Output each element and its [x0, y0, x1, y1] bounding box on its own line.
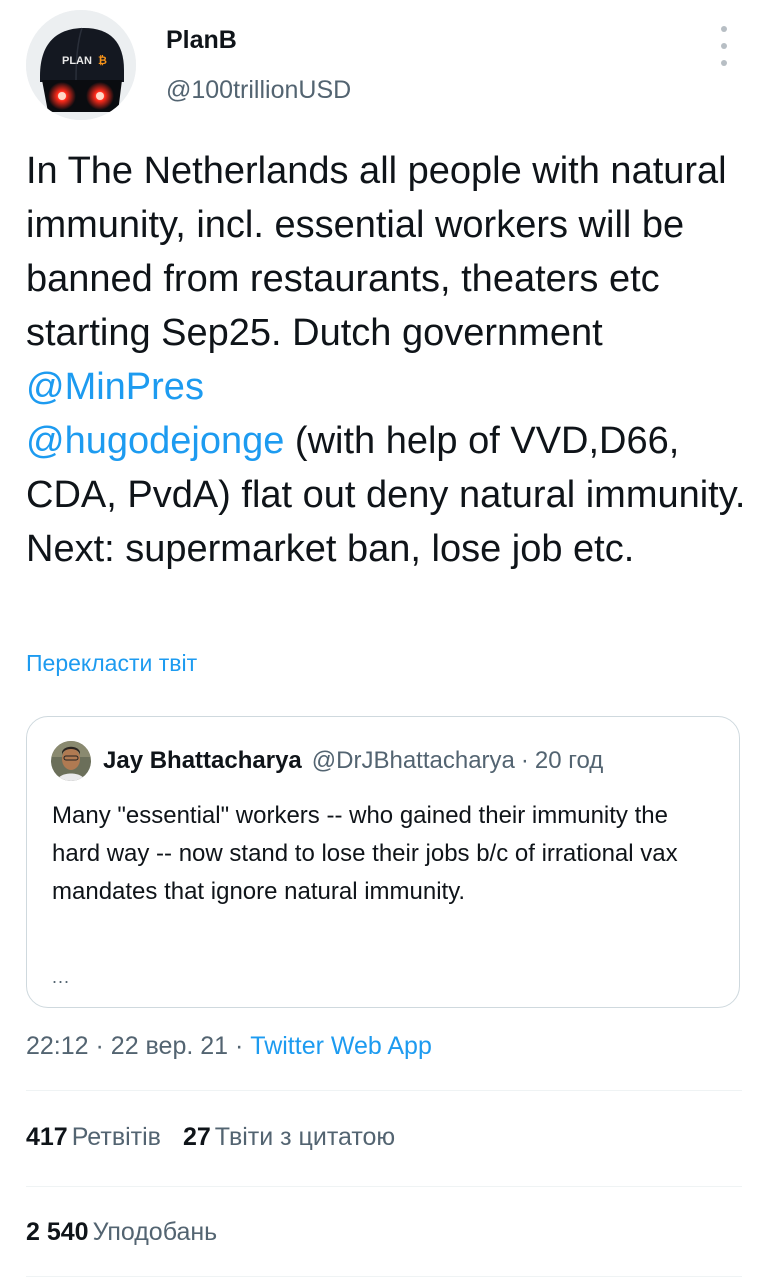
mention-hugodejonge[interactable]: @hugodejonge	[26, 420, 284, 462]
tweet-meta: 22:12 · 22 вер. 21 · Twitter Web App	[26, 1032, 432, 1061]
quoted-author-handle: @DrJBhattacharya	[311, 747, 515, 774]
tweet-time[interactable]: 22:12	[26, 1032, 89, 1060]
quoted-tweet-card[interactable]: Jay Bhattacharya @DrJBhattacharya · 20 г…	[26, 716, 740, 1008]
engagement-row-likes: 2 540 Уподобань	[26, 1218, 239, 1247]
divider	[26, 1186, 742, 1187]
tweet-date[interactable]: 22 вер. 21	[111, 1032, 228, 1060]
more-dot	[721, 60, 727, 66]
avatar-image: PLAN ₿	[26, 10, 136, 120]
meta-separator: ·	[95, 1032, 104, 1060]
retweets-stat[interactable]: 417 Ретвітів	[26, 1123, 161, 1152]
quotes-stat[interactable]: 27 Твіти з цитатою	[183, 1123, 395, 1152]
quoted-tweet-text: Many "essential" workers -- who gained t…	[52, 802, 678, 905]
quoted-tweet-ellipsis: ...	[52, 967, 71, 987]
more-options-icon[interactable]	[714, 26, 734, 66]
quoted-author-name: Jay Bhattacharya	[103, 747, 302, 774]
tweet-header: PLAN ₿ PlanB @100trillionUSD	[26, 10, 742, 120]
divider	[26, 1276, 742, 1277]
quoted-timestamp: 20 год	[534, 747, 604, 774]
avatar-cap-text: PLAN	[62, 55, 92, 67]
retweets-count: 417	[26, 1123, 68, 1151]
likes-stat[interactable]: 2 540 Уподобань	[26, 1218, 217, 1247]
quoted-author-avatar	[51, 741, 91, 781]
retweets-label: Ретвітів	[71, 1123, 161, 1151]
quoted-avatar-image	[51, 741, 91, 781]
quoted-tweet-header: Jay Bhattacharya @DrJBhattacharya · 20 г…	[51, 741, 603, 781]
author-handle[interactable]: @100trillionUSD	[166, 76, 351, 105]
tweet-text: In The Netherlands all people with natur…	[26, 144, 748, 576]
svg-text:₿: ₿	[98, 55, 107, 67]
meta-separator: ·	[235, 1032, 244, 1060]
author-avatar[interactable]: PLAN ₿	[26, 10, 136, 120]
mention-minpres[interactable]: @MinPres	[26, 366, 204, 408]
more-dot	[721, 26, 727, 32]
tweet-text-part1: In The Netherlands all people with natur…	[26, 150, 727, 354]
quotes-label: Твіти з цитатою	[214, 1123, 396, 1151]
more-dot	[721, 43, 727, 49]
likes-label: Уподобань	[92, 1218, 218, 1246]
translate-tweet-link[interactable]: Перекласти твіт	[26, 650, 197, 677]
tweet-source[interactable]: Twitter Web App	[250, 1032, 432, 1060]
quoted-separator: ·	[520, 747, 529, 774]
divider	[26, 1090, 742, 1091]
engagement-row-retweets: 417 Ретвітів 27 Твіти з цитатою	[26, 1123, 417, 1152]
quotes-count: 27	[182, 1123, 211, 1151]
author-name[interactable]: PlanB	[166, 26, 237, 55]
likes-count: 2 540	[26, 1218, 89, 1246]
